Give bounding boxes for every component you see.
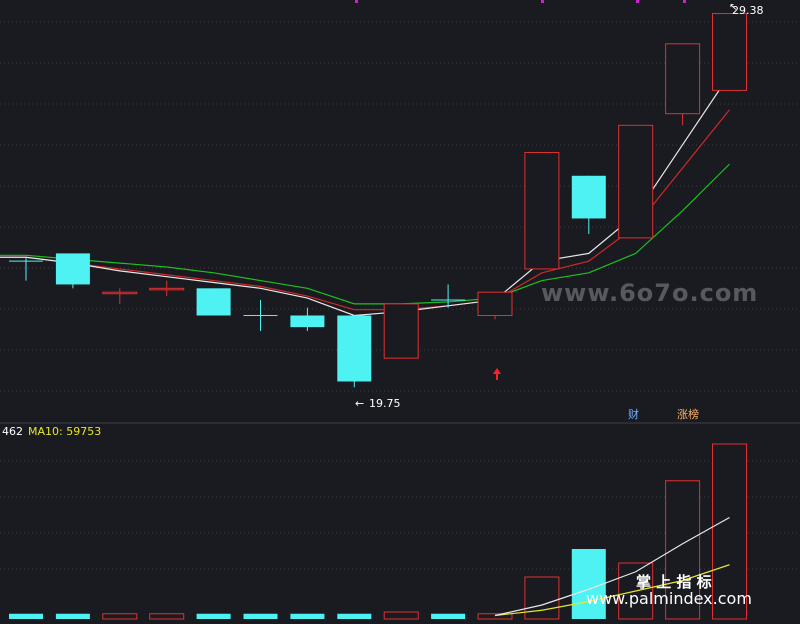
candle-body <box>524 151 560 270</box>
buy-arrow-icon <box>493 368 501 380</box>
volume-left-value: 462 <box>2 425 23 438</box>
candle <box>618 124 654 239</box>
watermark-bottom: www.palmindex.com <box>586 589 752 608</box>
volume-bar <box>243 613 278 619</box>
volume-bar <box>9 613 43 619</box>
top-marker <box>541 0 544 3</box>
volume-bar <box>55 613 90 619</box>
candlesticks <box>9 13 747 388</box>
candle-body <box>665 43 701 115</box>
badge-zhangbang[interactable]: 涨榜 <box>677 407 699 421</box>
candle-body <box>618 124 654 239</box>
candle <box>665 43 701 126</box>
candle <box>290 307 325 332</box>
candle <box>243 299 278 332</box>
volume-bar <box>571 549 606 619</box>
watermark-top: www.6o7o.com <box>541 279 758 307</box>
candle-body <box>149 287 185 291</box>
top-marker <box>683 0 686 3</box>
candle-body <box>290 315 325 328</box>
candle-body <box>102 291 138 295</box>
volume-bar <box>337 613 372 619</box>
candle-body <box>571 175 606 219</box>
candle-body <box>477 291 513 316</box>
candle <box>571 175 606 234</box>
volume-ma10-label: MA10: 59753 <box>28 425 101 438</box>
volume-bar <box>102 613 138 620</box>
candle-body <box>712 13 747 91</box>
candle <box>149 280 185 297</box>
low-arrow: ← <box>355 397 364 410</box>
candle-body <box>55 253 90 285</box>
volume-bar <box>431 613 466 619</box>
candle <box>477 291 513 320</box>
high-arrow: ↖ <box>729 2 737 13</box>
candle-body <box>337 315 372 382</box>
volume-bar <box>524 576 560 620</box>
candle <box>196 288 231 316</box>
volume-bar <box>196 613 231 619</box>
top-marker <box>636 0 639 3</box>
candle-body <box>196 288 231 316</box>
candle <box>9 257 43 281</box>
badge-cai[interactable]: 财 <box>628 407 639 421</box>
top-marker <box>355 0 358 3</box>
candle <box>383 303 419 359</box>
volume-bar <box>149 613 185 620</box>
low-price-label: 19.75 <box>369 397 401 410</box>
volume-bar <box>383 611 419 620</box>
candle <box>55 253 90 289</box>
candle <box>337 315 372 388</box>
candle-body <box>383 303 419 359</box>
top-markers <box>355 0 686 3</box>
chart-canvas: 29.38 ↖ ← 19.75 财 涨榜 www.6o7o.com 462 MA… <box>0 0 800 620</box>
candle <box>102 288 138 304</box>
candle <box>712 13 747 91</box>
volume-bar <box>290 613 325 619</box>
candle <box>524 151 560 270</box>
